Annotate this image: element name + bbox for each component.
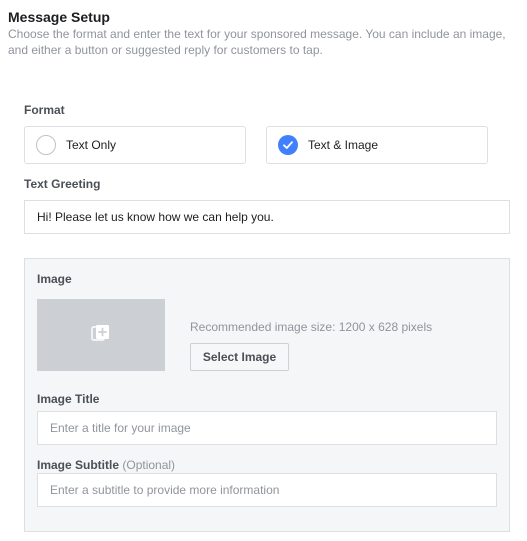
text-greeting-label: Text Greeting <box>24 177 101 191</box>
image-subtitle-label-text: Image Subtitle <box>37 458 120 472</box>
section-title: Message Setup <box>8 9 110 25</box>
checkmark-icon[interactable] <box>278 135 298 155</box>
text-greeting-input[interactable] <box>24 200 510 234</box>
radio-unchecked-icon[interactable] <box>36 135 56 155</box>
section-description: Choose the format and enter the text for… <box>8 27 506 57</box>
image-title-input[interactable] <box>37 411 497 445</box>
add-image-icon <box>91 324 111 347</box>
format-option-label: Text & Image <box>308 138 379 152</box>
image-placeholder[interactable] <box>37 299 165 371</box>
image-label: Image <box>37 272 72 286</box>
recommended-size-text: Recommended image size: 1200 x 628 pixel… <box>190 320 433 334</box>
image-subtitle-input[interactable] <box>37 473 497 507</box>
image-subtitle-label: Image Subtitle (Optional) <box>37 458 175 472</box>
format-option-text-and-image[interactable]: Text & Image <box>266 126 488 164</box>
select-image-button[interactable]: Select Image <box>190 343 289 371</box>
format-option-label: Text Only <box>66 138 117 152</box>
format-option-text-only[interactable]: Text Only <box>24 126 246 164</box>
format-label: Format <box>24 103 65 117</box>
optional-tag: (Optional) <box>122 458 176 472</box>
image-title-label: Image Title <box>37 392 100 406</box>
